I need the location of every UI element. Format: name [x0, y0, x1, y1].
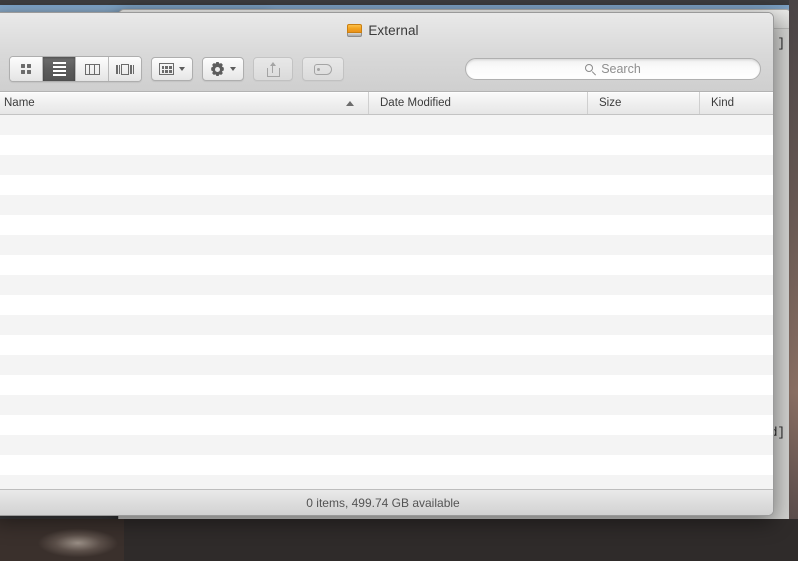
table-row[interactable]: [0, 475, 773, 489]
table-row[interactable]: [0, 395, 773, 415]
sort-ascending-icon: [346, 100, 354, 106]
screen: ] /d] Finished erase on disk2 External: [0, 0, 798, 561]
desktop-wallpaper: [0, 519, 124, 561]
arrange-grid-icon: [159, 63, 174, 75]
terminal-text-fragment-top: ]: [777, 37, 785, 51]
table-row[interactable]: [0, 275, 773, 295]
grid-icon: [21, 64, 31, 74]
share-button[interactable]: [253, 57, 293, 81]
icon-view-button[interactable]: [10, 57, 43, 81]
table-row[interactable]: [0, 155, 773, 175]
search-placeholder: Search: [601, 62, 641, 76]
status-bar: 0 items, 499.74 GB available: [0, 489, 773, 515]
list-view-button[interactable]: [43, 57, 76, 81]
column-header-row: Name Date Modified Size Kind: [0, 92, 773, 115]
table-row[interactable]: [0, 315, 773, 335]
table-row[interactable]: [0, 435, 773, 455]
column-header-name-label: Name: [4, 97, 35, 109]
gear-icon: [211, 62, 225, 76]
table-row[interactable]: [0, 375, 773, 395]
share-icon: [266, 61, 280, 77]
view-mode-segmented-control[interactable]: [9, 56, 142, 82]
table-row[interactable]: [0, 175, 773, 195]
table-row[interactable]: [0, 295, 773, 315]
table-row[interactable]: [0, 235, 773, 255]
window-title: External: [368, 22, 419, 38]
column-header-kind[interactable]: Kind: [700, 92, 773, 114]
desktop-right-edge: [789, 0, 798, 561]
column-header-kind-label: Kind: [711, 97, 735, 109]
arrange-button[interactable]: [151, 57, 193, 81]
column-header-date-modified-label: Date Modified: [380, 97, 451, 109]
column-header-date-modified[interactable]: Date Modified: [369, 92, 588, 114]
table-row[interactable]: [0, 415, 773, 435]
table-row[interactable]: [0, 195, 773, 215]
finder-titlebar[interactable]: External: [0, 13, 773, 47]
chevron-down-icon: [229, 67, 236, 71]
tag-button[interactable]: [302, 57, 344, 81]
coverflow-view-button[interactable]: [109, 57, 141, 81]
finder-window[interactable]: External Search Name Date Modified Size …: [0, 12, 774, 516]
table-row[interactable]: [0, 215, 773, 235]
list-icon: [52, 62, 66, 76]
table-row[interactable]: [0, 115, 773, 135]
coverflow-icon: [116, 63, 134, 75]
table-row[interactable]: [0, 355, 773, 375]
table-row[interactable]: [0, 455, 773, 475]
file-list[interactable]: [0, 115, 773, 489]
column-header-size-label: Size: [599, 97, 622, 109]
table-row[interactable]: [0, 335, 773, 355]
search-input[interactable]: Search: [465, 58, 761, 80]
column-header-name[interactable]: Name: [0, 92, 369, 114]
action-button[interactable]: [202, 57, 244, 81]
chevron-down-icon: [179, 67, 185, 71]
table-row[interactable]: [0, 135, 773, 155]
status-text: 0 items, 499.74 GB available: [306, 495, 460, 510]
search-icon: [585, 63, 596, 75]
finder-toolbar: Search: [0, 47, 773, 91]
columns-icon: [84, 63, 100, 75]
column-header-size[interactable]: Size: [588, 92, 700, 114]
finder-chrome: External Search: [0, 13, 773, 92]
external-drive-icon: [347, 23, 363, 37]
window-title-group: External: [347, 22, 419, 38]
table-row[interactable]: [0, 255, 773, 275]
tag-icon: [314, 63, 332, 75]
column-view-button[interactable]: [76, 57, 109, 81]
